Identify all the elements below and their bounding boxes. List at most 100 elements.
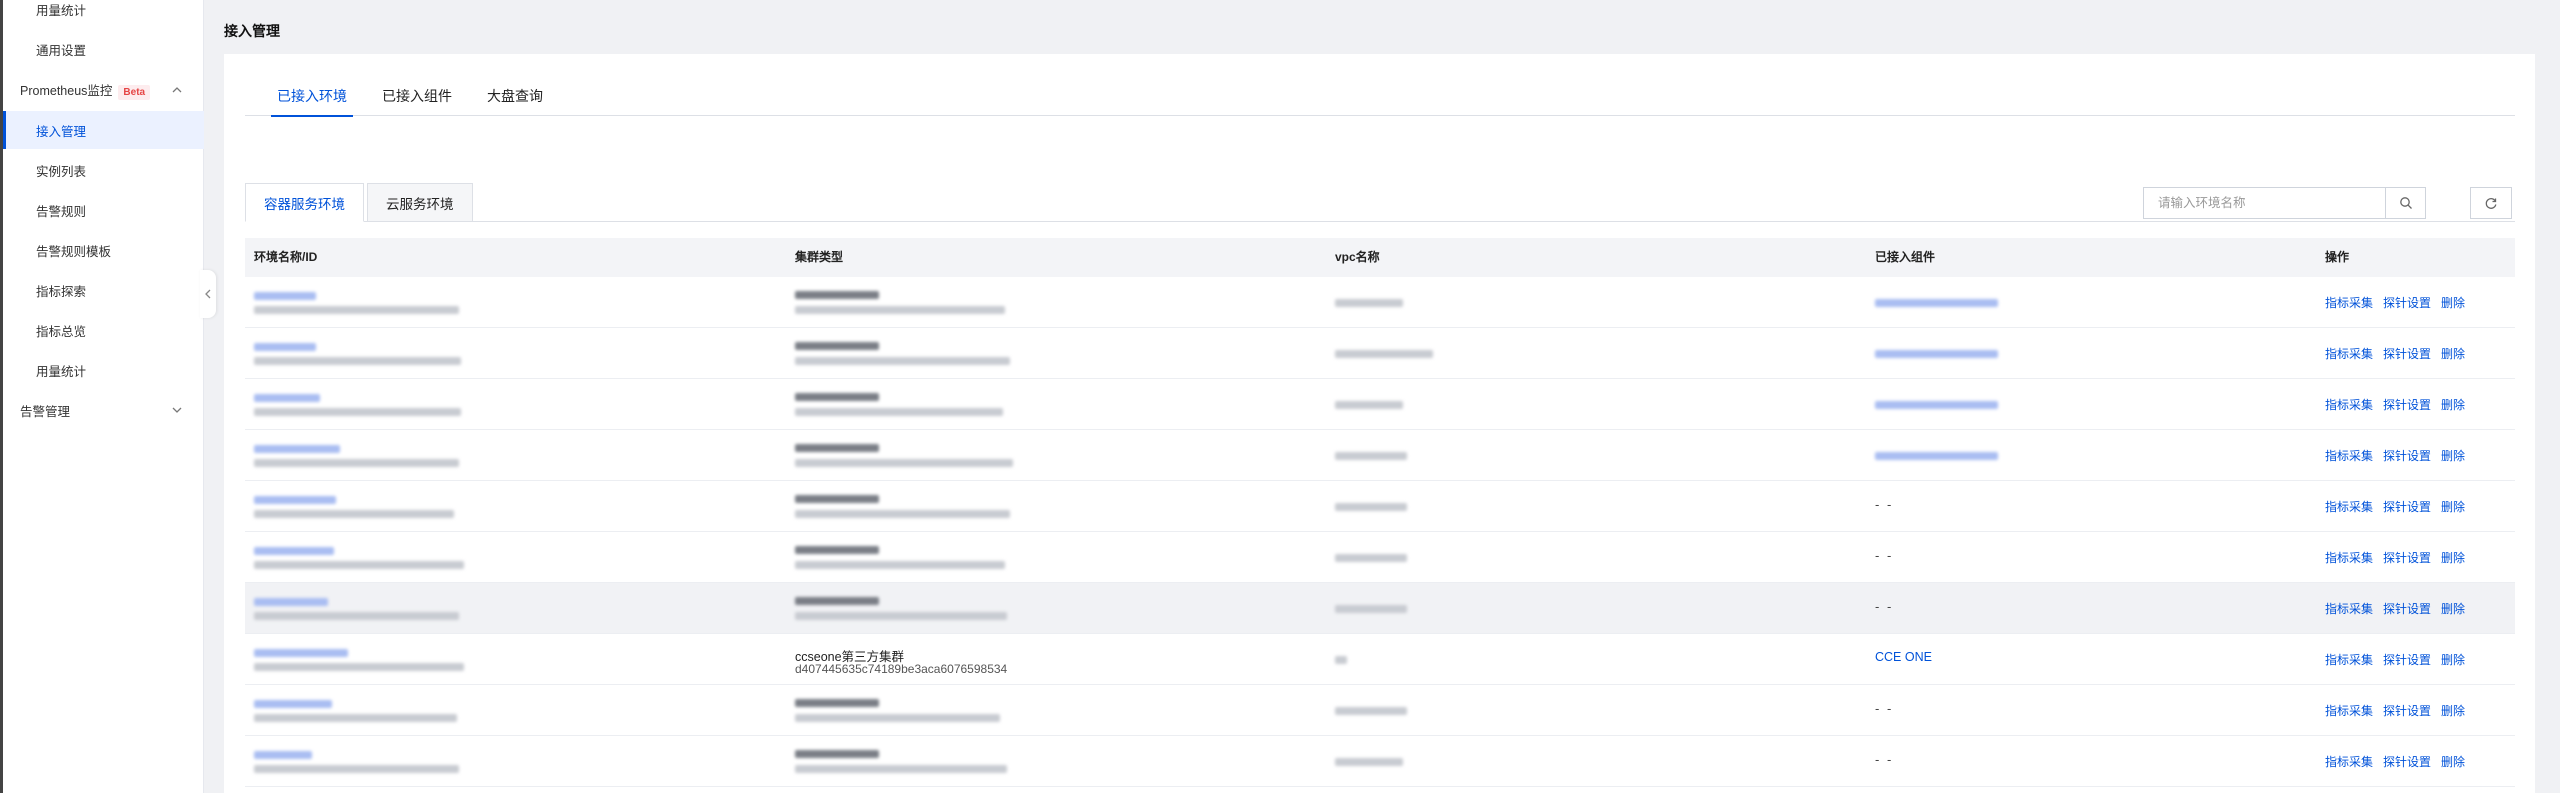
sidebar-item-metric-explore[interactable]: 指标探索 [3,271,204,309]
vpc-name-cell [1335,430,1855,481]
env-name-link[interactable] [254,700,332,708]
sidebar-group-prometheus[interactable]: Prometheus监控 Beta [3,71,204,109]
table-row: - - 指标采集 探针设置 删除 [245,532,2515,583]
sidebar-item-label: 通用设置 [36,43,87,58]
environment-table: 环境名称/ID 集群类型 vpc名称 已接入组件 操作 指标采集 探针设置 删除 指标… [245,238,2515,787]
cluster-type-cell [795,685,1315,736]
probe-settings-link[interactable]: 探针设置 [2383,294,2431,311]
env-name-cell [254,328,774,379]
component-link[interactable]: CCE ONE [1875,650,1932,664]
probe-settings-link[interactable]: 探针设置 [2383,702,2431,719]
env-name-link[interactable] [254,547,334,555]
probe-settings-link[interactable]: 探针设置 [2383,396,2431,413]
delete-link[interactable]: 删除 [2441,345,2465,362]
delete-link[interactable]: 删除 [2441,651,2465,668]
delete-link[interactable]: 删除 [2441,447,2465,464]
metric-collect-link[interactable]: 指标采集 [2325,447,2373,464]
component-link[interactable] [1875,401,1998,409]
probe-settings-link[interactable]: 探针设置 [2383,753,2431,770]
delete-link[interactable]: 删除 [2441,702,2465,719]
delete-link[interactable]: 删除 [2441,498,2465,515]
row-actions: 指标采集 探针设置 删除 [2325,600,2465,617]
vpc-name-text [1335,605,1407,613]
env-name-link[interactable] [254,751,312,759]
metric-collect-link[interactable]: 指标采集 [2325,549,2373,566]
delete-link[interactable]: 删除 [2441,396,2465,413]
tab-dashboard-query[interactable]: 大盘查询 [487,86,543,116]
component-link[interactable] [1875,299,1998,307]
sidebar-item-alert-rule-templates[interactable]: 告警规则模板 [3,231,204,269]
probe-settings-link[interactable]: 探针设置 [2383,447,2431,464]
tab-connected-environments[interactable]: 已接入环境 [271,86,353,117]
metric-collect-link[interactable]: 指标采集 [2325,753,2373,770]
sidebar-item-alert-rules[interactable]: 告警规则 [3,191,204,229]
component-cell [1875,277,2305,328]
env-name-cell [254,481,774,532]
env-name-cell [254,634,774,685]
search-button[interactable] [2385,188,2425,218]
delete-link[interactable]: 删除 [2441,753,2465,770]
env-name-link[interactable] [254,598,328,606]
metric-collect-link[interactable]: 指标采集 [2325,702,2373,719]
sidebar-item-general-settings[interactable]: 通用设置 [3,30,204,68]
sidebar-item-access-management[interactable]: 接入管理 [3,111,204,149]
vpc-name-text [1335,452,1407,460]
probe-settings-link[interactable]: 探针设置 [2383,345,2431,362]
search-input[interactable] [2144,188,2385,218]
metric-collect-link[interactable]: 指标采集 [2325,396,2373,413]
column-header: vpc名称 [1335,250,1380,264]
refresh-button[interactable] [2470,187,2512,219]
cluster-type-text [795,546,879,554]
tab-connected-components[interactable]: 已接入组件 [382,86,452,116]
component-cell: - - [1875,532,2305,583]
metric-collect-link[interactable]: 指标采集 [2325,345,2373,362]
delete-link[interactable]: 删除 [2441,600,2465,617]
env-name-link[interactable] [254,649,348,657]
probe-settings-link[interactable]: 探针设置 [2383,600,2431,617]
empty-value: - - [1875,752,1894,767]
sidebar-item-instance-list[interactable]: 实例列表 [3,151,204,189]
vpc-name-cell [1335,634,1855,685]
component-cell: - - [1875,583,2305,634]
vpc-name-cell [1335,736,1855,787]
vpc-name-text [1335,299,1403,307]
env-name-link[interactable] [254,394,320,402]
sidebar-item-metric-overview[interactable]: 指标总览 [3,311,204,349]
metric-collect-link[interactable]: 指标采集 [2325,651,2373,668]
env-name-link[interactable] [254,496,336,504]
metric-collect-link[interactable]: 指标采集 [2325,600,2373,617]
table-row: 指标采集 探针设置 删除 [245,379,2515,430]
subtab-cloud-service[interactable]: 云服务环境 [367,183,473,222]
probe-settings-link[interactable]: 探针设置 [2383,651,2431,668]
delete-link[interactable]: 删除 [2441,294,2465,311]
sidebar-collapse-button[interactable] [200,270,216,318]
sidebar-group-alert-management[interactable]: 告警管理 [3,391,204,429]
env-name-link[interactable] [254,343,316,351]
sidebar-item-usage[interactable]: 用量统计 [3,351,204,389]
probe-settings-link[interactable]: 探针设置 [2383,498,2431,515]
subtab-container-service[interactable]: 容器服务环境 [245,183,364,222]
chevron-up-icon [172,87,182,93]
component-link[interactable] [1875,452,1998,460]
env-name-link[interactable] [254,292,316,300]
env-name-link[interactable] [254,445,340,453]
env-id-text [254,765,459,773]
env-name-cell [254,379,774,430]
cluster-type-cell [795,328,1315,379]
table-row: - - 指标采集 探针设置 删除 [245,736,2515,787]
vpc-name-text [1335,758,1403,766]
vpc-name-cell [1335,583,1855,634]
table-body: 指标采集 探针设置 删除 指标采集 探针设置 删除 指标采集 探针设置 删除 指标采集 探针设置 删除… [245,277,2515,787]
metric-collect-link[interactable]: 指标采集 [2325,498,2373,515]
vpc-name-text [1335,554,1407,562]
component-link[interactable] [1875,350,1998,358]
sidebar-item-label: 告警规则 [36,204,87,219]
sidebar-group-label-wrap: Prometheus监控 Beta [20,80,151,100]
sidebar-item-usage-top[interactable]: 用量统计 [3,0,204,28]
metric-collect-link[interactable]: 指标采集 [2325,294,2373,311]
cluster-id-text [795,459,1013,467]
cluster-type-cell [795,277,1315,328]
delete-link[interactable]: 删除 [2441,549,2465,566]
probe-settings-link[interactable]: 探针设置 [2383,549,2431,566]
main-card: 已接入环境 已接入组件 大盘查询 容器服务环境 云服务环境 环境名称/ID 集群… [224,54,2535,793]
